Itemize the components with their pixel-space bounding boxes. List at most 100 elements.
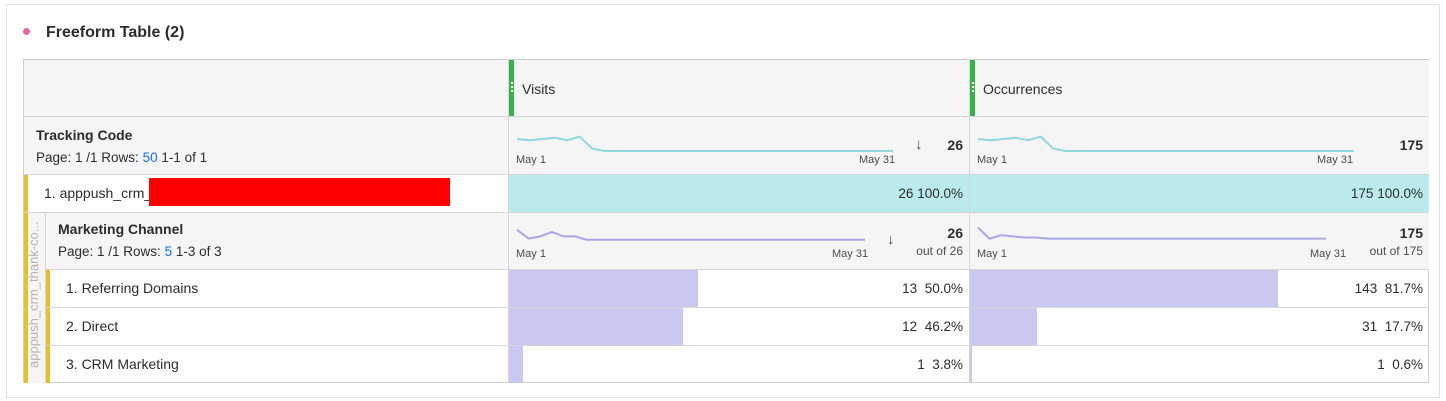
- row-label[interactable]: 1. Referring Domains: [66, 280, 198, 296]
- table-row[interactable]: 2. Direct: [46, 308, 508, 346]
- row-value-number: 143: [1354, 281, 1378, 296]
- occurrences-subtotal: 175: [1399, 225, 1423, 241]
- dimension-title[interactable]: Marketing Channel: [58, 221, 183, 237]
- value-bar-fill: [970, 346, 972, 383]
- dimension-header-tracking-code: Tracking Code Page: 1 /1 Rows: 50 1-1 of…: [24, 117, 508, 175]
- column-drag-handle-icon[interactable]: [970, 60, 975, 116]
- row-expanded-indicator: [24, 175, 28, 212]
- sparkline-line: [977, 135, 1354, 152]
- row-value: 1 3.8%: [917, 357, 963, 372]
- pagination-range: 1-1 of 1: [161, 150, 208, 165]
- occurrences-out-of: out of 175: [1369, 244, 1423, 258]
- column-header-occurrences[interactable]: Occurrences: [969, 60, 1429, 117]
- row-label[interactable]: 3. CRM Marketing: [66, 356, 179, 372]
- trend-start-date: May 1: [516, 248, 546, 260]
- value-bar: [970, 346, 972, 383]
- column-drag-handle-icon[interactable]: [509, 60, 514, 116]
- column-label-visits: Visits: [522, 81, 556, 97]
- visits-trend-sparkline: [516, 229, 865, 241]
- row-value-number: 12: [902, 319, 918, 334]
- row-indicator: [46, 308, 50, 345]
- row-value-number: 13: [902, 281, 918, 296]
- visits-value-cell: 12 46.2%: [508, 308, 969, 346]
- row-label[interactable]: 1. apppush_crm_: [44, 185, 152, 201]
- row-value: 175 100.0%: [1351, 186, 1423, 201]
- row-indicator: [46, 346, 50, 383]
- pagination-info: Page: 1 /1 Rows: 50 1-1 of 1: [36, 150, 207, 165]
- column-header-visits[interactable]: Visits: [508, 60, 969, 117]
- sort-descending-icon[interactable]: ↓: [915, 136, 923, 153]
- occurrences-trend-sparkline: [977, 226, 1326, 240]
- visits-value-cell: 13 50.0%: [508, 270, 969, 308]
- dimension-title[interactable]: Tracking Code: [36, 127, 132, 143]
- row-value-number: 31: [1362, 319, 1378, 334]
- value-bar: [509, 346, 523, 383]
- breakdown-parent-label: apppush_crm_thank-co...: [26, 221, 41, 368]
- table-row[interactable]: 1. Referring Domains: [46, 270, 508, 308]
- panel-title[interactable]: Freeform Table (2): [46, 24, 184, 42]
- occurrences-trend-sparkline: [977, 135, 1354, 152]
- row-value: 143 81.7%: [1355, 281, 1423, 296]
- occurrences-value-cell: 175 100.0%: [969, 175, 1429, 213]
- value-bar: [509, 270, 698, 307]
- row-value: 31 17.7%: [1362, 319, 1423, 334]
- value-bar-fill: [970, 270, 1278, 307]
- panel-status-dot: [23, 27, 30, 35]
- value-bar: [509, 308, 683, 345]
- pagination-range: 1-3 of 3: [175, 244, 222, 259]
- row-indicator: [46, 270, 50, 307]
- trend-end-date: May 31: [832, 248, 869, 260]
- value-bar-fill: [970, 308, 1037, 345]
- table-row[interactable]: 3. CRM Marketing: [46, 346, 508, 383]
- occurrences-total-cell: May 1 May 31 175: [969, 117, 1429, 175]
- row-value-percent: 0.6%: [1392, 357, 1423, 372]
- trend-start-date: May 1: [977, 154, 1007, 166]
- occurrences-value-cell: 31 17.7%: [969, 308, 1429, 346]
- visits-subtotal: 26: [947, 225, 963, 241]
- trend-start-date: May 1: [977, 248, 1007, 260]
- redacted-text-block: [149, 178, 450, 206]
- pagination-info: Page: 1 /1 Rows: 5 1-3 of 3: [58, 244, 222, 259]
- header-corner-cell: [24, 60, 508, 117]
- occurrences-value-cell: 143 81.7%: [969, 270, 1429, 308]
- column-label-occurrences: Occurrences: [983, 81, 1063, 97]
- row-value-percent: 3.8%: [932, 357, 963, 372]
- row-value-percent: 50.0%: [924, 281, 963, 296]
- trend-start-date: May 1: [516, 154, 546, 166]
- visits-value-cell: 1 3.8%: [508, 346, 969, 383]
- occurrences-value-cell: 1 0.6%: [969, 346, 1429, 383]
- trend-end-date: May 31: [1317, 154, 1354, 166]
- value-bar-fill: [509, 346, 523, 383]
- occurrences-total: 175: [1399, 137, 1423, 153]
- sort-descending-icon[interactable]: ↓: [887, 231, 895, 248]
- row-value-percent: 46.2%: [924, 319, 963, 334]
- trend-end-date: May 31: [859, 154, 896, 166]
- visits-subtotal-cell: May 1 May 31 ↓ 26 out of 26: [508, 213, 969, 270]
- value-bar-fill: [509, 308, 683, 345]
- sparkline-line: [516, 135, 893, 152]
- visits-out-of: out of 26: [916, 244, 963, 258]
- value-bar: [970, 308, 1037, 345]
- visits-trend-sparkline: [516, 135, 893, 152]
- visits-value-cell: 26 100.0%: [508, 175, 969, 213]
- sparkline-line: [977, 226, 1326, 240]
- dimension-header-marketing-channel: Marketing Channel Page: 1 /1 Rows: 5 1-3…: [46, 213, 508, 270]
- row-value: 1 0.6%: [1377, 357, 1423, 372]
- row-value-percent: 81.7%: [1384, 281, 1423, 296]
- freeform-table-panel: Freeform Table (2) Visits Occurrences Tr…: [6, 4, 1440, 398]
- row-value-number: 175: [1350, 186, 1374, 201]
- rows-per-page-select[interactable]: 5: [165, 244, 173, 259]
- row-value: 13 50.0%: [902, 281, 963, 296]
- trend-end-date: May 31: [1310, 248, 1347, 260]
- row-value-number: 1: [917, 357, 925, 372]
- row-value-number: 1: [1377, 357, 1385, 372]
- row-label[interactable]: 2. Direct: [66, 318, 118, 334]
- sparkline-line: [516, 229, 865, 241]
- visits-total-cell: May 1 May 31 ↓ 26: [508, 117, 969, 175]
- rows-per-page-select[interactable]: 50: [143, 150, 158, 165]
- pagination-prefix: Page: 1 /1 Rows:: [36, 150, 139, 165]
- freeform-table: Visits Occurrences Tracking Code Page: 1…: [23, 59, 1429, 383]
- table-row-label-cell[interactable]: 1. apppush_crm_: [24, 175, 508, 213]
- visits-total: 26: [947, 137, 963, 153]
- occurrences-subtotal-cell: May 1 May 31 175 out of 175: [969, 213, 1429, 270]
